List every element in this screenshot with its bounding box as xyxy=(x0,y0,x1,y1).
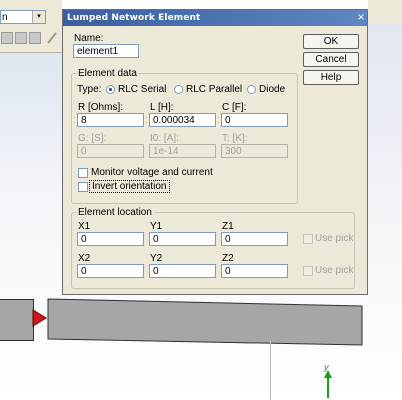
toolbar-tool-icon[interactable] xyxy=(15,32,27,44)
invert-label: Invert orientation xyxy=(89,180,170,193)
element-location-legend: Element location xyxy=(76,207,154,218)
g-input[interactable]: 0 xyxy=(77,144,144,158)
type-label: Type: xyxy=(77,84,102,95)
radio-rlc-serial[interactable] xyxy=(106,85,115,94)
z1-input[interactable]: 0 xyxy=(221,232,288,246)
name-input[interactable]: element1 xyxy=(73,44,139,58)
app-combo-value: n xyxy=(2,12,8,23)
use-pick-2-label: Use pick xyxy=(315,265,354,276)
t-label: T: [K]: xyxy=(222,133,248,144)
i0-label: I0: [A]: xyxy=(150,133,179,144)
chevron-down-icon[interactable]: ▾ xyxy=(32,11,45,23)
dialog-title: Lumped Network Element xyxy=(63,10,367,26)
element-data-legend: Element data xyxy=(76,68,139,79)
name-label: Name: xyxy=(74,33,104,44)
x2-label: X2 xyxy=(78,253,91,264)
i0-input[interactable]: 1e-14 xyxy=(149,144,216,158)
close-icon[interactable]: × xyxy=(354,9,368,25)
l-label: L [H]: xyxy=(150,102,174,113)
radio-rlc-serial-label: RLC Serial xyxy=(118,84,167,95)
x2-input[interactable]: 0 xyxy=(77,264,144,278)
use-pick-2-checkbox[interactable] xyxy=(303,266,313,276)
help-button[interactable]: Help xyxy=(303,70,359,85)
toolbar-tool-icon[interactable] xyxy=(29,32,41,44)
l-input[interactable]: 0.000034 xyxy=(149,113,216,127)
c-input[interactable]: 0 xyxy=(221,113,288,127)
use-pick-1-checkbox[interactable] xyxy=(303,234,313,244)
y2-label: Y2 xyxy=(150,253,163,264)
invert-checkbox[interactable] xyxy=(78,182,88,192)
r-label: R [Ohms]: xyxy=(78,102,124,113)
g-label: G: [S]: xyxy=(78,133,107,144)
c-label: C [F]: xyxy=(222,102,247,113)
toolbar-tool-icon[interactable] xyxy=(1,32,13,44)
radio-rlc-parallel-label: RLC Parallel xyxy=(186,84,243,95)
right-panel-header xyxy=(368,0,402,23)
ok-button[interactable]: OK xyxy=(303,34,359,49)
y1-label: Y1 xyxy=(150,221,163,232)
monitor-checkbox[interactable] xyxy=(78,168,88,178)
cancel-button[interactable]: Cancel xyxy=(303,52,359,67)
lumped-element-dialog: Lumped Network Element Name: element1 OK… xyxy=(62,9,368,295)
radio-rlc-parallel[interactable] xyxy=(174,85,183,94)
z2-label: Z2 xyxy=(222,253,234,264)
axis-y-label: y xyxy=(324,362,329,372)
y1-input[interactable]: 0 xyxy=(149,232,216,246)
x1-label: X1 xyxy=(78,221,91,232)
viewport-guide-line xyxy=(270,340,271,400)
app-combo-box[interactable]: n ▾ xyxy=(0,10,46,24)
radio-diode[interactable] xyxy=(247,85,256,94)
pencil-icon[interactable] xyxy=(46,31,58,45)
monitor-label: Monitor voltage and current xyxy=(91,167,213,178)
x1-input[interactable]: 0 xyxy=(77,232,144,246)
r-input[interactable]: 8 xyxy=(77,113,144,127)
app-toolbar: n ▾ xyxy=(0,0,62,53)
right-panel-strip xyxy=(368,0,402,400)
model-block-left[interactable] xyxy=(0,299,34,341)
z2-input[interactable]: 0 xyxy=(221,264,288,278)
t-input[interactable]: 300 xyxy=(221,144,288,158)
model-block-right[interactable] xyxy=(46,298,364,348)
radio-diode-label: Diode xyxy=(259,84,286,95)
z1-label: Z1 xyxy=(222,221,234,232)
use-pick-1-label: Use pick xyxy=(315,233,354,244)
y2-input[interactable]: 0 xyxy=(149,264,216,278)
